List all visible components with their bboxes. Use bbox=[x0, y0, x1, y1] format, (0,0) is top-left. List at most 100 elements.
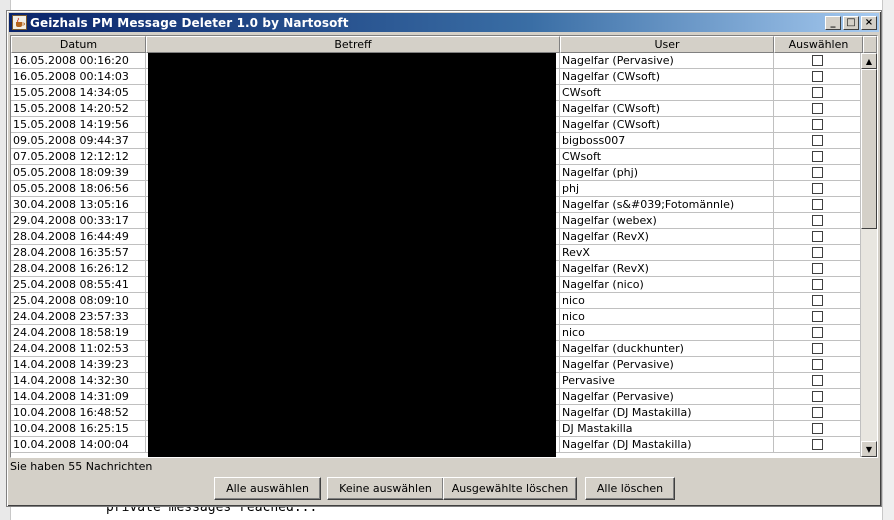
select-cell bbox=[774, 133, 861, 149]
date-cell: 29.04.2008 00:33:17 bbox=[11, 213, 146, 229]
select-checkbox[interactable] bbox=[811, 311, 823, 322]
select-checkbox[interactable] bbox=[811, 87, 823, 98]
select-cell bbox=[774, 325, 861, 341]
user-cell: Nagelfar (webex) bbox=[560, 213, 774, 229]
scroll-down-icon[interactable]: ▼ bbox=[861, 441, 877, 457]
select-checkbox[interactable] bbox=[811, 439, 823, 450]
select-checkbox[interactable] bbox=[811, 183, 823, 194]
user-cell: Nagelfar (duckhunter) bbox=[560, 341, 774, 357]
redacted-subject-block bbox=[148, 53, 556, 457]
minimize-icon[interactable]: _ bbox=[825, 15, 841, 30]
select-checkbox[interactable] bbox=[811, 375, 823, 386]
delete-selected-button[interactable]: Ausgewählte löschen bbox=[443, 477, 577, 500]
user-cell: Nagelfar (RevX) bbox=[560, 261, 774, 277]
user-cell: Nagelfar (Pervasive) bbox=[560, 357, 774, 373]
user-cell: Nagelfar (CWsoft) bbox=[560, 101, 774, 117]
select-checkbox[interactable] bbox=[811, 151, 823, 162]
maximize-icon[interactable]: □ bbox=[843, 15, 859, 30]
select-none-button[interactable]: Keine auswählen bbox=[327, 477, 444, 500]
table-header: Datum Betreff User Auswählen bbox=[11, 36, 877, 53]
select-cell bbox=[774, 101, 861, 117]
user-cell: nico bbox=[560, 293, 774, 309]
date-cell: 14.04.2008 14:31:09 bbox=[11, 389, 146, 405]
select-checkbox[interactable] bbox=[811, 279, 823, 290]
select-checkbox[interactable] bbox=[811, 295, 823, 306]
date-cell: 05.05.2008 18:06:56 bbox=[11, 181, 146, 197]
desktop-background-right bbox=[882, 0, 894, 520]
date-cell: 10.04.2008 14:00:04 bbox=[11, 437, 146, 453]
select-cell bbox=[774, 261, 861, 277]
close-icon[interactable]: × bbox=[861, 15, 877, 30]
select-cell bbox=[774, 357, 861, 373]
select-checkbox[interactable] bbox=[811, 71, 823, 82]
date-cell: 24.04.2008 23:57:33 bbox=[11, 309, 146, 325]
select-checkbox[interactable] bbox=[811, 55, 823, 66]
select-cell bbox=[774, 389, 861, 405]
column-header-betreff[interactable]: Betreff bbox=[146, 36, 560, 53]
select-cell bbox=[774, 69, 861, 85]
column-header-datum[interactable]: Datum bbox=[11, 36, 146, 53]
user-cell: bigboss007 bbox=[560, 133, 774, 149]
window-title: Geizhals PM Message Deleter 1.0 by Narto… bbox=[30, 15, 349, 30]
user-cell: CWsoft bbox=[560, 85, 774, 101]
user-cell: nico bbox=[560, 325, 774, 341]
select-checkbox[interactable] bbox=[811, 263, 823, 274]
select-checkbox[interactable] bbox=[811, 119, 823, 130]
user-cell: Nagelfar (phj) bbox=[560, 165, 774, 181]
select-all-button[interactable]: Alle auswählen bbox=[214, 477, 321, 500]
select-cell bbox=[774, 437, 861, 453]
scroll-thumb[interactable] bbox=[861, 69, 877, 229]
date-cell: 15.05.2008 14:19:56 bbox=[11, 117, 146, 133]
select-cell bbox=[774, 277, 861, 293]
user-cell: phj bbox=[560, 181, 774, 197]
user-cell: DJ Mastakilla bbox=[560, 421, 774, 437]
select-checkbox[interactable] bbox=[811, 167, 823, 178]
select-cell bbox=[774, 117, 861, 133]
title-bar[interactable]: Geizhals PM Message Deleter 1.0 by Narto… bbox=[9, 13, 879, 32]
app-window: Geizhals PM Message Deleter 1.0 by Narto… bbox=[6, 10, 882, 507]
date-cell: 14.04.2008 14:39:23 bbox=[11, 357, 146, 373]
user-cell: Pervasive bbox=[560, 373, 774, 389]
select-cell bbox=[774, 213, 861, 229]
select-cell bbox=[774, 405, 861, 421]
vertical-scrollbar[interactable]: ▲ ▼ bbox=[860, 53, 877, 457]
select-cell bbox=[774, 53, 861, 69]
date-cell: 05.05.2008 18:09:39 bbox=[11, 165, 146, 181]
scroll-up-icon[interactable]: ▲ bbox=[861, 53, 877, 69]
date-cell: 25.04.2008 08:09:10 bbox=[11, 293, 146, 309]
select-checkbox[interactable] bbox=[811, 327, 823, 338]
user-cell: Nagelfar (Pervasive) bbox=[560, 389, 774, 405]
select-checkbox[interactable] bbox=[811, 231, 823, 242]
select-checkbox[interactable] bbox=[811, 199, 823, 210]
select-checkbox[interactable] bbox=[811, 103, 823, 114]
user-cell: Nagelfar (s&#039;Fotomännle) bbox=[560, 197, 774, 213]
select-checkbox[interactable] bbox=[811, 391, 823, 402]
date-cell: 10.04.2008 16:25:15 bbox=[11, 421, 146, 437]
column-header-auswaehlen[interactable]: Auswählen bbox=[774, 36, 863, 53]
user-cell: Nagelfar (RevX) bbox=[560, 229, 774, 245]
select-cell bbox=[774, 181, 861, 197]
select-cell bbox=[774, 245, 861, 261]
date-cell: 09.05.2008 09:44:37 bbox=[11, 133, 146, 149]
header-corner bbox=[863, 36, 877, 53]
date-cell: 15.05.2008 14:20:52 bbox=[11, 101, 146, 117]
date-cell: 10.04.2008 16:48:52 bbox=[11, 405, 146, 421]
select-checkbox[interactable] bbox=[811, 343, 823, 354]
date-cell: 16.05.2008 00:16:20 bbox=[11, 53, 146, 69]
select-cell bbox=[774, 341, 861, 357]
date-cell: 15.05.2008 14:34:05 bbox=[11, 85, 146, 101]
date-cell: 24.04.2008 11:02:53 bbox=[11, 341, 146, 357]
user-cell: Nagelfar (CWsoft) bbox=[560, 69, 774, 85]
select-checkbox[interactable] bbox=[811, 407, 823, 418]
select-checkbox[interactable] bbox=[811, 247, 823, 258]
date-cell: 28.04.2008 16:44:49 bbox=[11, 229, 146, 245]
column-header-user[interactable]: User bbox=[560, 36, 774, 53]
select-cell bbox=[774, 165, 861, 181]
select-checkbox[interactable] bbox=[811, 359, 823, 370]
delete-all-button[interactable]: Alle löschen bbox=[585, 477, 675, 500]
select-checkbox[interactable] bbox=[811, 215, 823, 226]
message-table: Datum Betreff User Auswählen 16.05.2008 … bbox=[10, 35, 878, 458]
select-cell bbox=[774, 229, 861, 245]
select-checkbox[interactable] bbox=[811, 423, 823, 434]
select-checkbox[interactable] bbox=[811, 135, 823, 146]
